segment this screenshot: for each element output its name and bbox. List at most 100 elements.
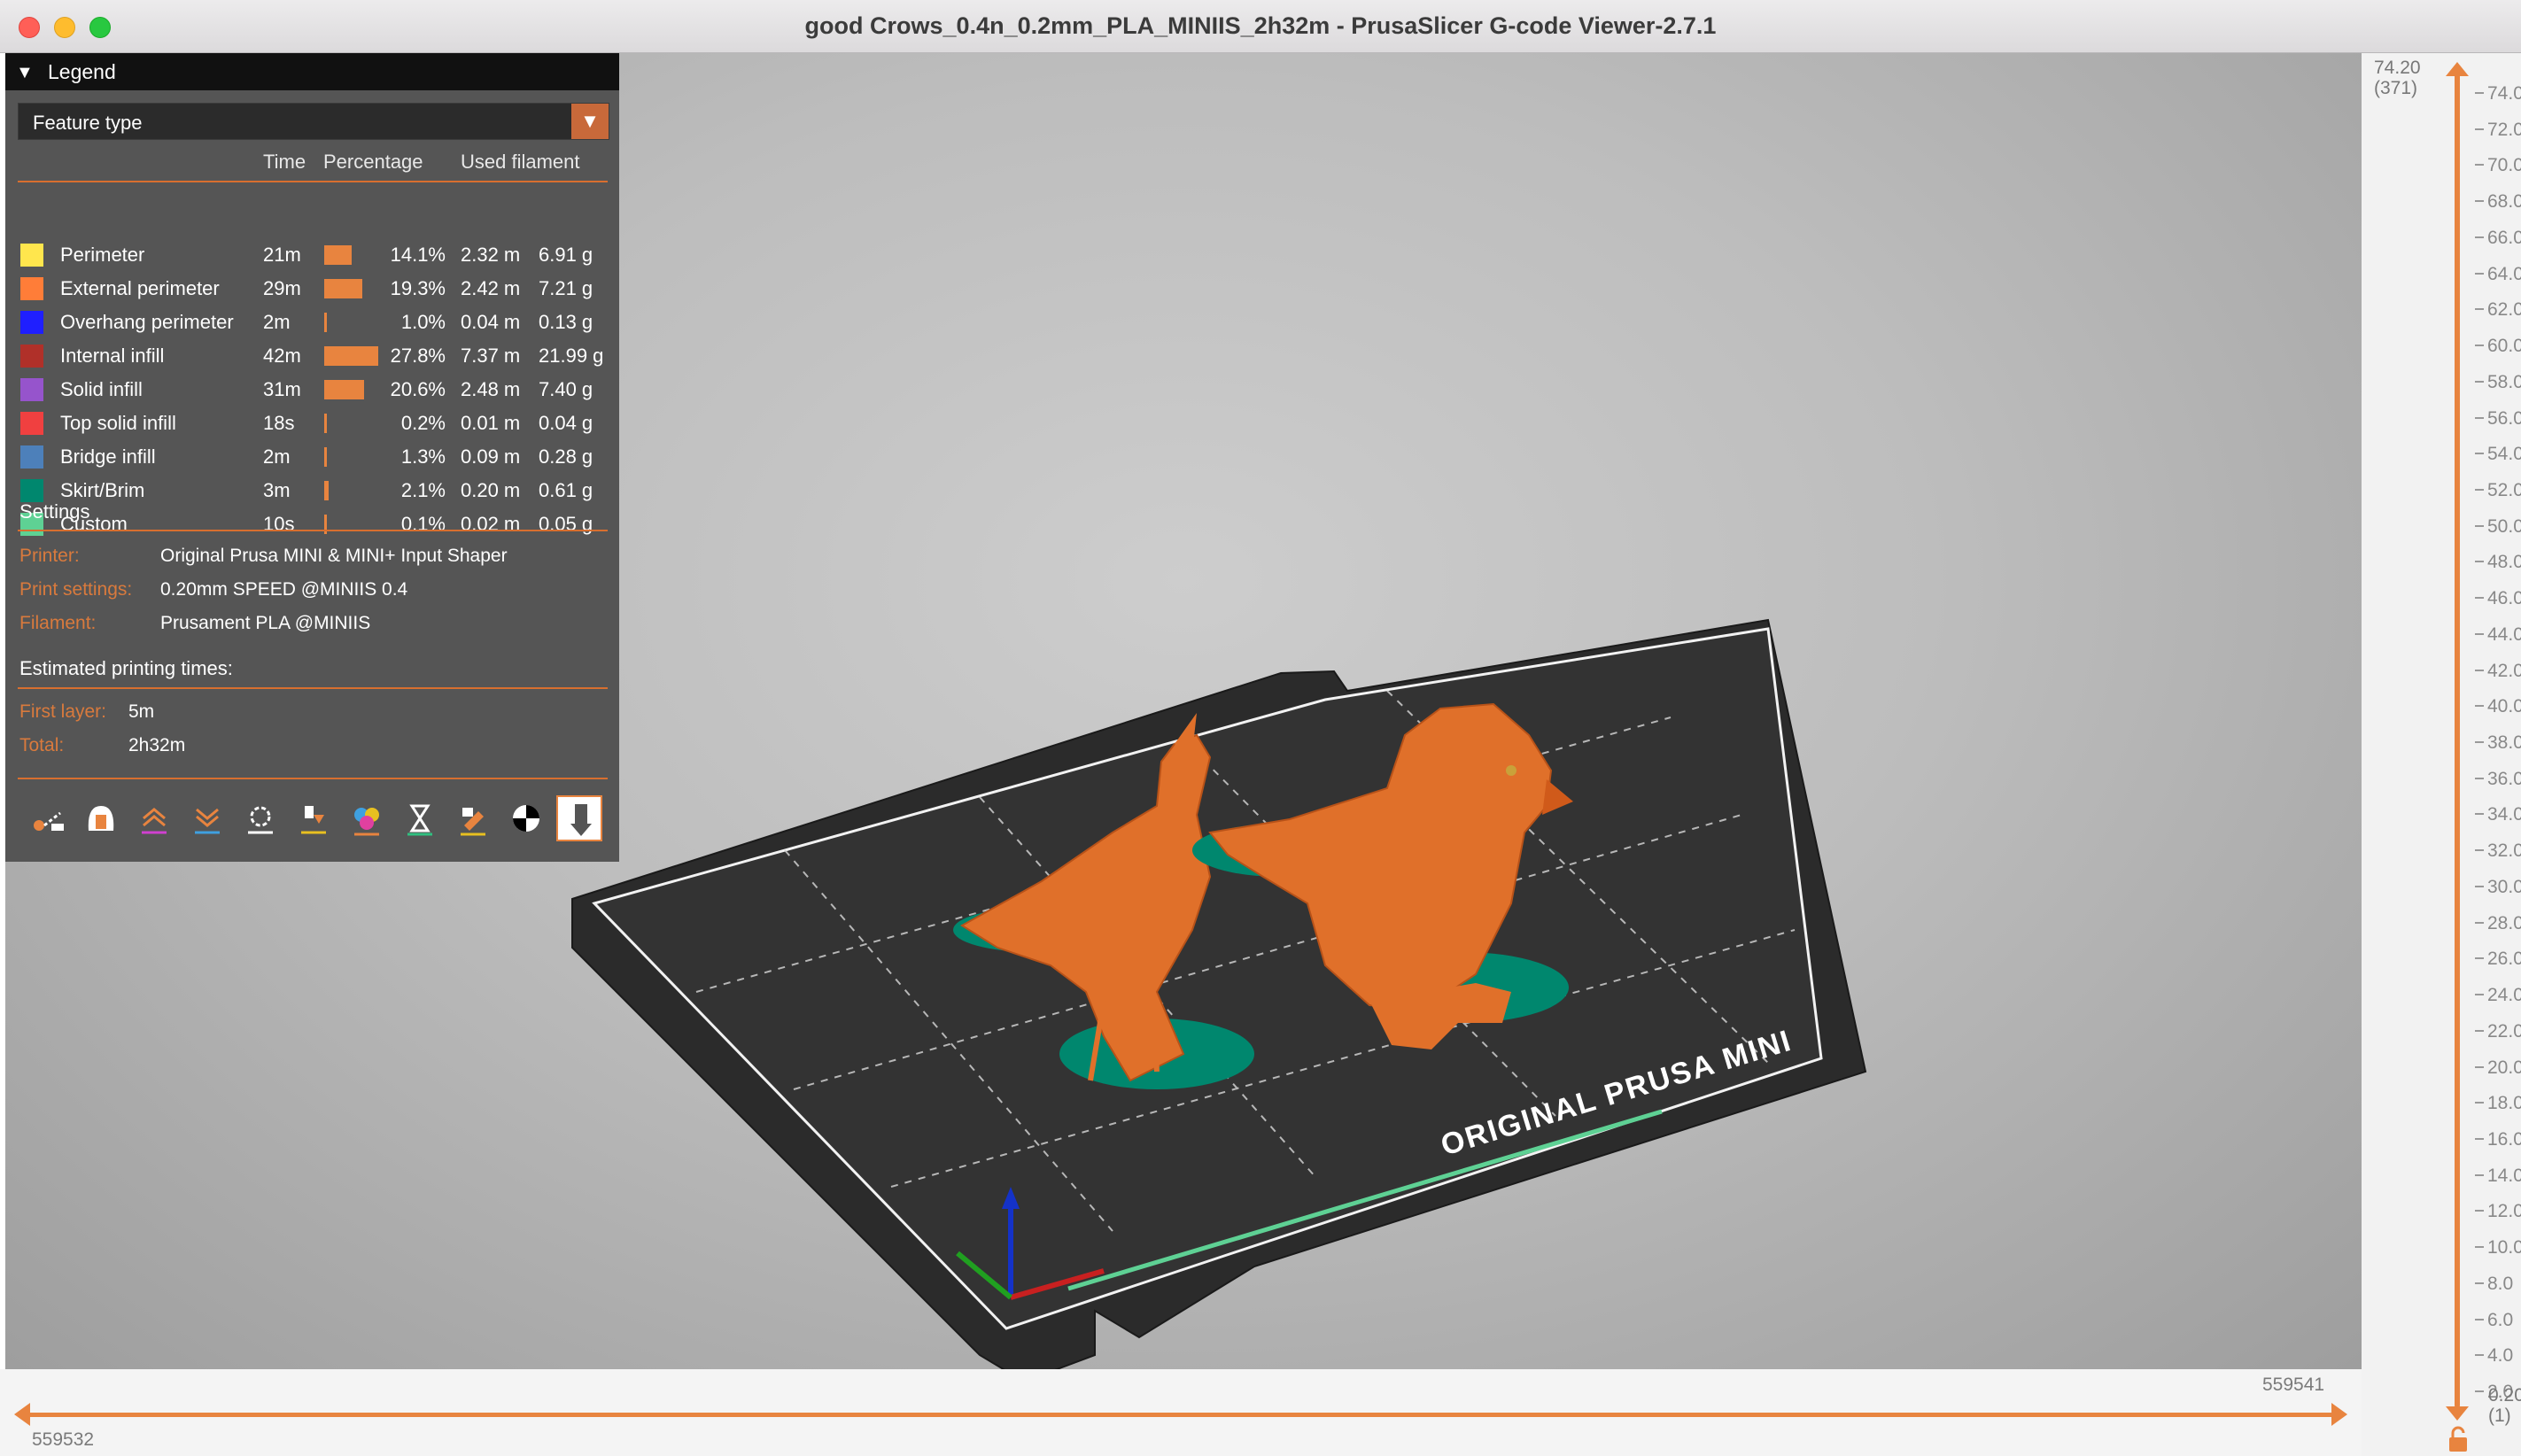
ruler-tick — [2475, 345, 2484, 347]
feature-row[interactable]: Internal infill 42m 27.8% 7.37 m 21.99 g — [5, 340, 619, 372]
feature-time: 31m — [263, 378, 301, 400]
pause-prints-icon[interactable] — [397, 795, 443, 841]
feature-row[interactable]: Skirt/Brim 3m 2.1% 0.20 m 0.61 g — [5, 475, 619, 507]
ruler-label: 50.0 — [2487, 515, 2521, 537]
ruler-tick — [2475, 885, 2484, 887]
ruler-tick — [2475, 1282, 2484, 1284]
ruler-tick — [2475, 1065, 2484, 1068]
feature-percentage-bar — [324, 313, 327, 332]
ruler-label: 36.0 — [2487, 768, 2521, 789]
chevron-down-icon[interactable]: ▼ — [571, 104, 609, 139]
ruler-label: 56.0 — [2487, 407, 2521, 429]
lock-icon[interactable] — [2447, 1426, 2470, 1452]
feature-percentage: 2.1% — [400, 479, 446, 501]
view-type-select[interactable]: Feature type ▼ — [18, 103, 609, 140]
layer-slider[interactable]: 74.20 (371) 74.0 72.0 70.0 68.0 66.0 64.0 62.0… — [2362, 53, 2521, 1456]
ruler-label: 42.0 — [2487, 660, 2521, 681]
ruler-tick — [2475, 921, 2484, 924]
feature-percentage-bar — [324, 346, 378, 366]
ruler-tick — [2475, 272, 2484, 275]
feature-time: 2m — [263, 311, 291, 333]
center-of-gravity-icon[interactable] — [503, 795, 549, 841]
feature-row[interactable]: Solid infill 31m 20.6% 2.48 m 7.40 g — [5, 374, 619, 406]
ruler-tick — [2475, 1390, 2484, 1392]
bottom-layer-height: 0.20 — [2488, 1385, 2521, 1406]
divider — [18, 530, 608, 531]
feature-length: 2.48 m — [461, 378, 521, 400]
filament-label: Filament: — [19, 613, 97, 633]
legend-title: Legend — [48, 60, 116, 83]
collapse-triangle-icon[interactable]: ▼ — [16, 63, 34, 83]
color-changes-icon[interactable] — [344, 795, 390, 841]
feature-name: Internal infill — [60, 345, 165, 367]
filament-value: Prusament PLA @MINIIS — [160, 613, 371, 633]
moves-slider[interactable]: 559541 559532 — [0, 1369, 2362, 1456]
ruler-label: 38.0 — [2487, 732, 2521, 753]
ruler-tick — [2475, 416, 2484, 419]
ruler-label: 28.0 — [2487, 912, 2521, 933]
top-layer-readout: 74.20 (371) — [2374, 58, 2421, 98]
feature-color-swatch — [20, 277, 43, 300]
ruler-label: 4.0 — [2487, 1345, 2514, 1367]
feature-row[interactable]: Bridge infill 2m 1.3% 0.09 m 0.28 g — [5, 441, 619, 473]
tool-changes-icon[interactable] — [291, 795, 337, 841]
layer-slider-track[interactable] — [2455, 73, 2460, 1408]
travel-icon[interactable] — [25, 795, 71, 841]
ruler-tick — [2475, 308, 2484, 311]
ruler-label: 72.0 — [2487, 119, 2521, 140]
feature-weight: 0.04 g — [539, 412, 593, 434]
moves-slider-upper-thumb[interactable] — [2331, 1403, 2347, 1426]
feature-color-swatch — [20, 244, 43, 267]
top-layer-number: (371) — [2374, 78, 2418, 98]
feature-row[interactable]: Perimeter 21m 14.1% 2.32 m 6.91 g — [5, 239, 619, 271]
ruler-tick — [2475, 597, 2484, 600]
feature-length: 0.01 m — [461, 412, 521, 434]
layer-slider-lower-thumb[interactable] — [2446, 1406, 2469, 1421]
feature-row[interactable]: Top solid infill 18s 0.2% 0.01 m 0.04 g — [5, 407, 619, 439]
ruler-tick — [2475, 1210, 2484, 1212]
divider — [18, 778, 608, 779]
feature-percentage: 27.8% — [390, 345, 446, 367]
ruler-tick — [2475, 1246, 2484, 1249]
feature-percentage: 1.3% — [400, 445, 446, 468]
feature-row[interactable]: External perimeter 29m 19.3% 2.42 m 7.21 g — [5, 273, 619, 305]
feature-percentage: 19.3% — [390, 277, 446, 299]
feature-percentage-bar — [324, 414, 327, 433]
moves-slider-upper-value: 559541 — [2262, 1375, 2325, 1395]
feature-row[interactable]: Overhang perimeter 2m 1.0% 0.04 m 0.13 g — [5, 306, 619, 338]
retractions-icon[interactable] — [131, 795, 177, 841]
feature-length: 0.09 m — [461, 445, 521, 468]
wipe-icon[interactable] — [78, 795, 124, 841]
ruler-tick — [2475, 164, 2484, 167]
ruler-label: 12.0 — [2487, 1201, 2521, 1222]
ruler-tick — [2475, 669, 2484, 671]
feature-name: External perimeter — [60, 277, 220, 299]
feature-row[interactable]: Custom 10s 0.1% 0.02 m 0.05 g — [5, 508, 619, 540]
total-time-value: 2h32m — [128, 735, 186, 755]
legend-header[interactable]: ▼ Legend — [5, 53, 619, 90]
feature-name: Overhang perimeter — [60, 311, 234, 333]
deretractions-icon[interactable] — [184, 795, 230, 841]
feature-time: 42m — [263, 345, 301, 367]
feature-time: 2m — [263, 445, 291, 468]
shells-icon[interactable] — [556, 795, 602, 841]
ruler-tick — [2475, 705, 2484, 708]
feature-name: Perimeter — [60, 244, 145, 266]
ruler-tick — [2475, 813, 2484, 816]
moves-slider-track[interactable] — [25, 1413, 2337, 1417]
layer-slider-upper-thumb[interactable] — [2446, 62, 2469, 76]
feature-name: Skirt/Brim — [60, 479, 145, 501]
ruler-label: 10.0 — [2487, 1237, 2521, 1259]
layer-ruler: 74.0 72.0 70.0 68.0 66.0 64.0 62.0 60.0 58.0 56.0… — [2475, 73, 2521, 1408]
feature-color-swatch — [20, 345, 43, 368]
ruler-tick — [2475, 1029, 2484, 1032]
moves-slider-lower-thumb[interactable] — [14, 1403, 30, 1426]
seams-icon[interactable] — [237, 795, 283, 841]
feature-color-swatch — [20, 445, 43, 469]
ruler-tick — [2475, 453, 2484, 455]
feature-weight: 7.40 g — [539, 378, 593, 400]
feature-percentage-bar — [324, 481, 329, 500]
ruler-tick — [2475, 777, 2484, 779]
custom-gcodes-icon[interactable] — [450, 795, 496, 841]
feature-percentage-bar — [324, 279, 362, 298]
